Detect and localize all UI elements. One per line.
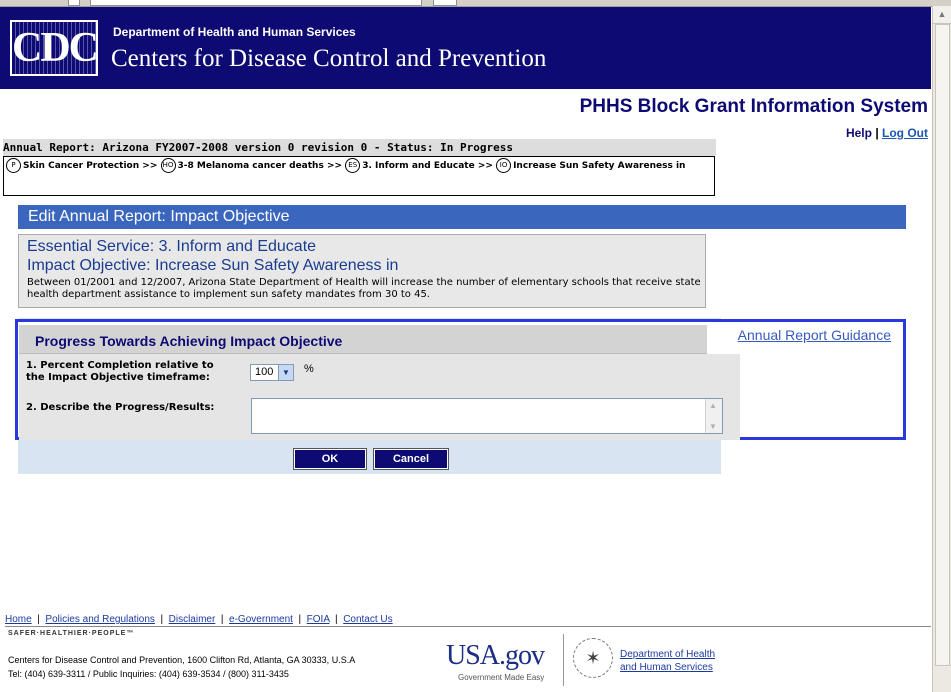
breadcrumb-health-objective[interactable]: 3-8 Melanoma cancer deaths bbox=[178, 161, 324, 171]
cdc-logo[interactable]: CDC bbox=[10, 20, 98, 76]
cancel-button[interactable]: Cancel bbox=[373, 448, 449, 470]
toolbar-slot bbox=[90, 0, 422, 6]
scroll-up-arrow-icon[interactable]: ▲ bbox=[933, 6, 951, 24]
toolbar-slot bbox=[68, 0, 80, 6]
percent-completion-select[interactable]: 100 ▼ bbox=[250, 364, 294, 381]
impact-objective-badge-icon: IO bbox=[496, 158, 512, 173]
logout-link[interactable]: Log Out bbox=[882, 126, 928, 140]
footer-link-contact[interactable]: Contact Us bbox=[343, 614, 392, 625]
breadcrumb-essential-service[interactable]: 3. Inform and Educate bbox=[362, 161, 475, 171]
progress-title-bar: Progress Towards Achieving Impact Object… bbox=[19, 325, 707, 354]
cdc-header: CDC Department of Health and Human Servi… bbox=[0, 7, 931, 89]
toolbar-slot bbox=[433, 0, 457, 6]
footer-divider bbox=[5, 626, 931, 627]
footer-tagline: SAFER·HEALTHIER·PEOPLE™ bbox=[8, 630, 135, 637]
footer-logo-divider bbox=[563, 634, 564, 686]
footer-link-disclaimer[interactable]: Disclaimer bbox=[169, 614, 216, 625]
essential-service-badge-icon: ES bbox=[345, 158, 361, 173]
help-link[interactable]: Help bbox=[846, 126, 872, 140]
progress-section: Progress Towards Achieving Impact Object… bbox=[15, 319, 906, 440]
progress-fields: 1. Percent Completion relative to the Im… bbox=[19, 354, 740, 440]
breadcrumb: P Skin Cancer Protection >> HO 3-8 Melanom… bbox=[3, 156, 715, 196]
page-title: Edit Annual Report: Impact Objective bbox=[18, 205, 906, 229]
footer-links: Home | Policies and Regulations | Discla… bbox=[5, 614, 393, 625]
browser-top-strip bbox=[0, 0, 951, 7]
percent-unit: % bbox=[304, 363, 314, 375]
percent-value: 100 bbox=[255, 366, 274, 378]
objective-description: Between 01/2001 and 12/2007, Arizona Sta… bbox=[27, 277, 701, 300]
textarea-scrollbar[interactable]: ▲ ▼ bbox=[705, 399, 722, 433]
progress-title: Progress Towards Achieving Impact Object… bbox=[35, 333, 343, 349]
percent-completion-label: 1. Percent Completion relative to the Im… bbox=[26, 360, 214, 383]
header-agency: Centers for Disease Control and Preventi… bbox=[111, 45, 547, 72]
footer-address: Centers for Disease Control and Preventi… bbox=[8, 655, 356, 679]
ok-button[interactable]: OK bbox=[293, 448, 367, 470]
objective-summary: Essential Service: 3. Inform and Educate… bbox=[18, 234, 706, 308]
usagov-tagline: Government Made Easy bbox=[458, 673, 545, 682]
scroll-up-icon[interactable]: ▲ bbox=[709, 401, 717, 410]
hhs-link[interactable]: Department of Health and Human Services bbox=[620, 648, 715, 674]
essential-service-heading: Essential Service: 3. Inform and Educate bbox=[27, 238, 317, 255]
program-badge-icon: P bbox=[6, 158, 21, 173]
scrollbar-thumb[interactable] bbox=[935, 24, 950, 666]
footer-link-policies[interactable]: Policies and Regulations bbox=[45, 614, 155, 625]
usagov-logo[interactable]: USA.gov Government Made Easy bbox=[446, 640, 545, 682]
hhs-seal-icon[interactable]: ✶ bbox=[573, 638, 613, 678]
header-department: Department of Health and Human Services bbox=[113, 25, 356, 39]
system-title: PHHS Block Grant Information System bbox=[579, 96, 928, 117]
page-scrollbar[interactable]: ▲ bbox=[932, 6, 951, 692]
annual-report-guidance-link[interactable]: Annual Report Guidance bbox=[738, 327, 891, 343]
footer-link-home[interactable]: Home bbox=[5, 614, 32, 625]
scroll-down-icon[interactable]: ▼ bbox=[709, 422, 717, 431]
chevron-down-icon[interactable]: ▼ bbox=[278, 365, 293, 380]
describe-progress-label: 2. Describe the Progress/Results: bbox=[26, 402, 215, 413]
describe-progress-textarea[interactable]: ▲ ▼ bbox=[251, 398, 723, 434]
footer-link-egovernment[interactable]: e-Government bbox=[229, 614, 293, 625]
top-links: Help | Log Out bbox=[845, 126, 928, 140]
report-status-bar: Annual Report: Arizona FY2007-2008 versi… bbox=[3, 139, 716, 156]
breadcrumb-program[interactable]: Skin Cancer Protection bbox=[23, 161, 139, 171]
footer-link-foia[interactable]: FOIA bbox=[307, 614, 330, 625]
breadcrumb-impact-objective[interactable]: Increase Sun Safety Awareness in bbox=[513, 161, 685, 171]
health-objective-badge-icon: HO bbox=[160, 158, 176, 173]
impact-objective-heading: Impact Objective: Increase Sun Safety Aw… bbox=[27, 257, 399, 274]
